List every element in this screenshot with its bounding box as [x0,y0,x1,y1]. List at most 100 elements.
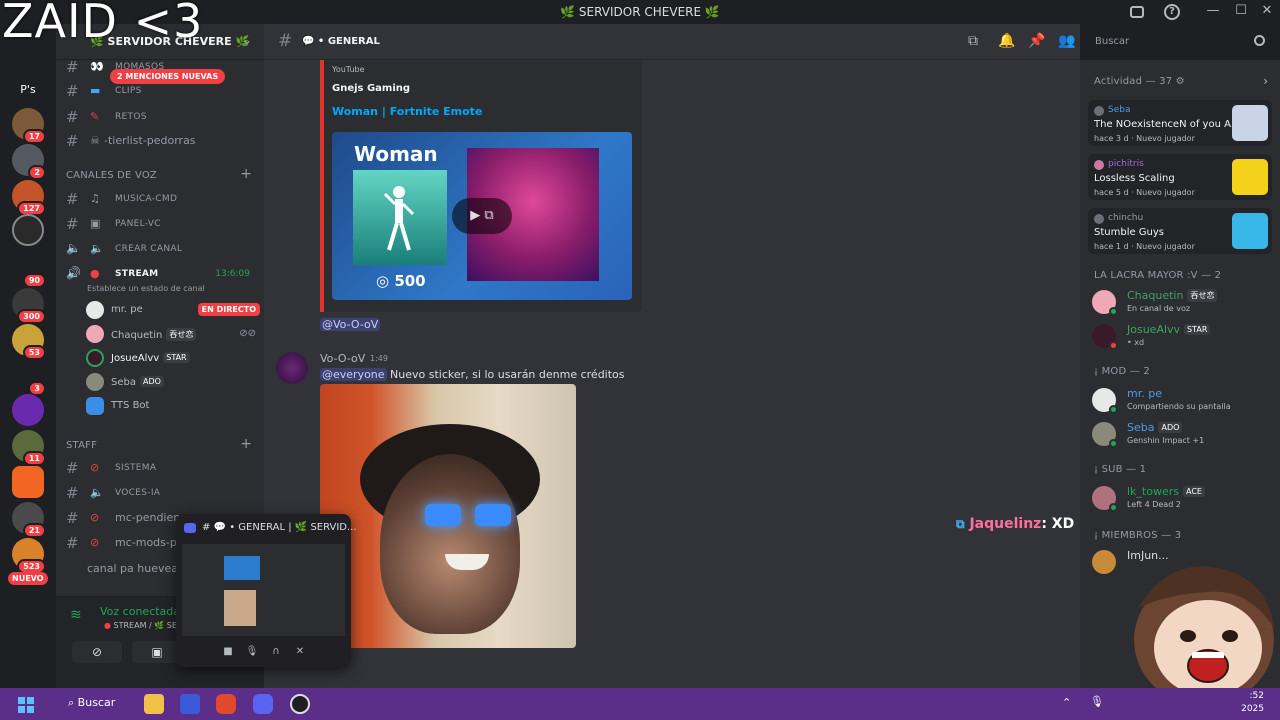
activity-header: Actividad — 37 ⚙ [1094,76,1185,87]
channel-status[interactable]: Establece un estado de canal [87,284,205,293]
sticker-image[interactable] [320,384,576,648]
channel-panel-vc[interactable]: # ▣ PANEL-VC [64,213,256,235]
role-header: ¡ MIEMBROS — 3 [1094,530,1182,541]
inbox-icon[interactable] [1130,6,1144,18]
channel-label: mc-mods-p [115,536,177,549]
chevron-down-icon: ⌄ [241,33,252,47]
help-icon[interactable]: ? [1164,4,1180,20]
voice-user[interactable]: TTS Bot [86,396,256,416]
server-icon[interactable]: 21 [12,502,46,538]
channel-retos[interactable]: # ✎ RETOS [64,106,256,128]
chevron-right-icon[interactable]: › [1263,74,1268,88]
microphone-icon[interactable]: 🎙 [1090,695,1104,708]
pin-icon[interactable]: 📌 [1028,33,1045,49]
voice-user[interactable]: mr. pe EN DIRECTO [86,300,260,320]
minimize-button[interactable]: — [1202,3,1224,18]
channel-musica-cmd[interactable]: # ♫ MUSICA-CMD [64,188,256,210]
channel-stream[interactable]: 🔊 ● STREAM 13:6:09 Establece un estado d… [64,263,256,297]
member-item[interactable]: JosueAlvv STAR • xd [1092,322,1276,354]
everyone-mention[interactable]: @everyone [320,368,387,381]
member-item[interactable]: mr. pe Compartiendo su pantalla [1092,386,1276,418]
member-item[interactable]: lk_towers ACE Left 4 Dead 2 [1092,484,1276,516]
server-icon[interactable]: 17 [12,108,46,144]
add-channel-icon[interactable]: + [240,436,252,452]
message-author[interactable]: Vo-O-oV [320,352,365,365]
server-icon[interactable]: 11 [12,430,46,466]
folder-icon[interactable] [144,694,164,714]
channel-crear-canal[interactable]: 🔈 🔈 CREAR CANAL [64,238,256,260]
members-icon[interactable]: 👥 [1058,33,1075,49]
voice-user[interactable]: Chaquetin 吞せ恋 ⊘⊘ [86,324,256,344]
channel-sistema[interactable]: # ⊘ SISTEMA [64,457,256,479]
server-icon[interactable]: 53 [12,324,46,360]
maximize-button[interactable]: ☐ [1230,3,1252,18]
server-ps[interactable]: P's [12,74,44,106]
server-icon[interactable]: 127 [12,180,46,216]
voice-status[interactable]: Voz conectada [100,605,180,618]
play-icon[interactable]: ▶ ⧉ [452,198,512,234]
embed-title-link[interactable]: Woman | Fortnite Emote [332,105,482,118]
voice-user[interactable]: Seba ADO [86,372,256,392]
member-status: Genshin Impact +1 [1127,436,1205,445]
channel-voces-ia[interactable]: # 🔈 VOCES-IA [64,482,256,504]
server-icon[interactable]: 523 [12,538,46,574]
member-status: En canal de voz [1127,304,1191,313]
voice-user[interactable]: JosueAlvv STAR [86,348,256,368]
server-icon[interactable]: 3 [12,360,46,396]
bell-icon[interactable]: 🔔 [998,33,1015,49]
message-time: 1:49 [370,354,388,363]
activity-card[interactable]: chinchu Stumble Guys hace 1 d · Nuevo ju… [1088,208,1272,254]
microphone-icon[interactable]: 🎙 [244,644,260,660]
camera-icon[interactable]: ■ [220,644,236,660]
server-icon[interactable] [12,214,44,246]
unread-badge: 90 [22,273,46,288]
taskbar-preview-popup[interactable]: # 💬 • GENERAL | 🌿 SERVID... ■ 🎙 ∩ ✕ [176,514,357,667]
obs-icon[interactable] [290,694,310,714]
camera-off-button[interactable]: ⊘ [72,641,122,663]
embed-author[interactable]: Gnejs Gaming [332,83,410,94]
window-preview[interactable] [182,544,345,636]
channel-clips[interactable]: # ▬ CLIPS [64,80,256,102]
video-thumbnail[interactable]: Woman ◎ 500 ▶ ⧉ [332,132,632,300]
search-placeholder: Buscar [1095,36,1130,47]
voice-user-name: mr. pe [111,304,143,315]
search-input[interactable]: Buscar [1088,32,1270,54]
taskbar-search[interactable]: ⌕ Buscar [68,696,115,710]
category-voice[interactable]: CANALES DE VOZ [66,170,157,181]
chat-overlay-message: ⧉ Jaquelinz: XD [956,516,1074,532]
stream-timer: 13:6:09 [215,269,250,279]
add-channel-icon[interactable]: + [240,166,252,182]
overlay-text: : XD [1041,516,1075,532]
hash-icon: # [66,215,79,233]
activity-card[interactable]: pichitris Lossless Scaling hace 5 d · Nu… [1088,154,1272,200]
hash-icon: # [66,132,79,150]
category-staff[interactable]: STAFF [66,440,97,451]
user-mention[interactable]: @Vo-O-oV [320,318,381,331]
vbucks-price: ◎ 500 [376,272,426,290]
server-icon[interactable]: 2 [12,144,46,180]
overlay-name: Jaquelinz [969,516,1042,532]
brave-icon[interactable] [216,694,236,714]
channel-label: SISTEMA [115,463,157,473]
windows-start-icon[interactable] [18,697,34,713]
unread-badge: 17 [22,129,46,144]
headphones-icon[interactable]: ∩ [268,644,284,660]
activity-card[interactable]: Seba The NOexistenceN of you A... hace 3… [1088,100,1272,146]
threads-icon[interactable]: ⧉ [968,33,978,49]
server-icon[interactable] [12,466,44,498]
server-icon[interactable] [12,394,44,426]
member-item[interactable]: Chaquetin 吞せ恋 En canal de voz [1092,288,1276,320]
server-icon[interactable]: 300 [12,288,46,324]
channel-tierlist[interactable]: # ☠ -tierlist-pedorras [64,130,256,152]
screen-share-button[interactable]: ▣ [132,641,182,663]
close-window-button[interactable]: ✕ [1256,3,1278,18]
member-item[interactable]: Seba ADO Genshin Impact +1 [1092,420,1276,452]
system-tray[interactable]: :52 2025 [1241,690,1264,716]
disconnect-icon[interactable]: ✕ [292,644,308,660]
discord-icon[interactable] [253,694,273,714]
avatar[interactable] [276,352,308,384]
store-icon[interactable] [180,694,200,714]
chevron-up-icon[interactable]: ⌃ [1062,696,1071,709]
server-icon[interactable]: 90 [12,252,46,288]
live-badge: EN DIRECTO [197,303,260,316]
